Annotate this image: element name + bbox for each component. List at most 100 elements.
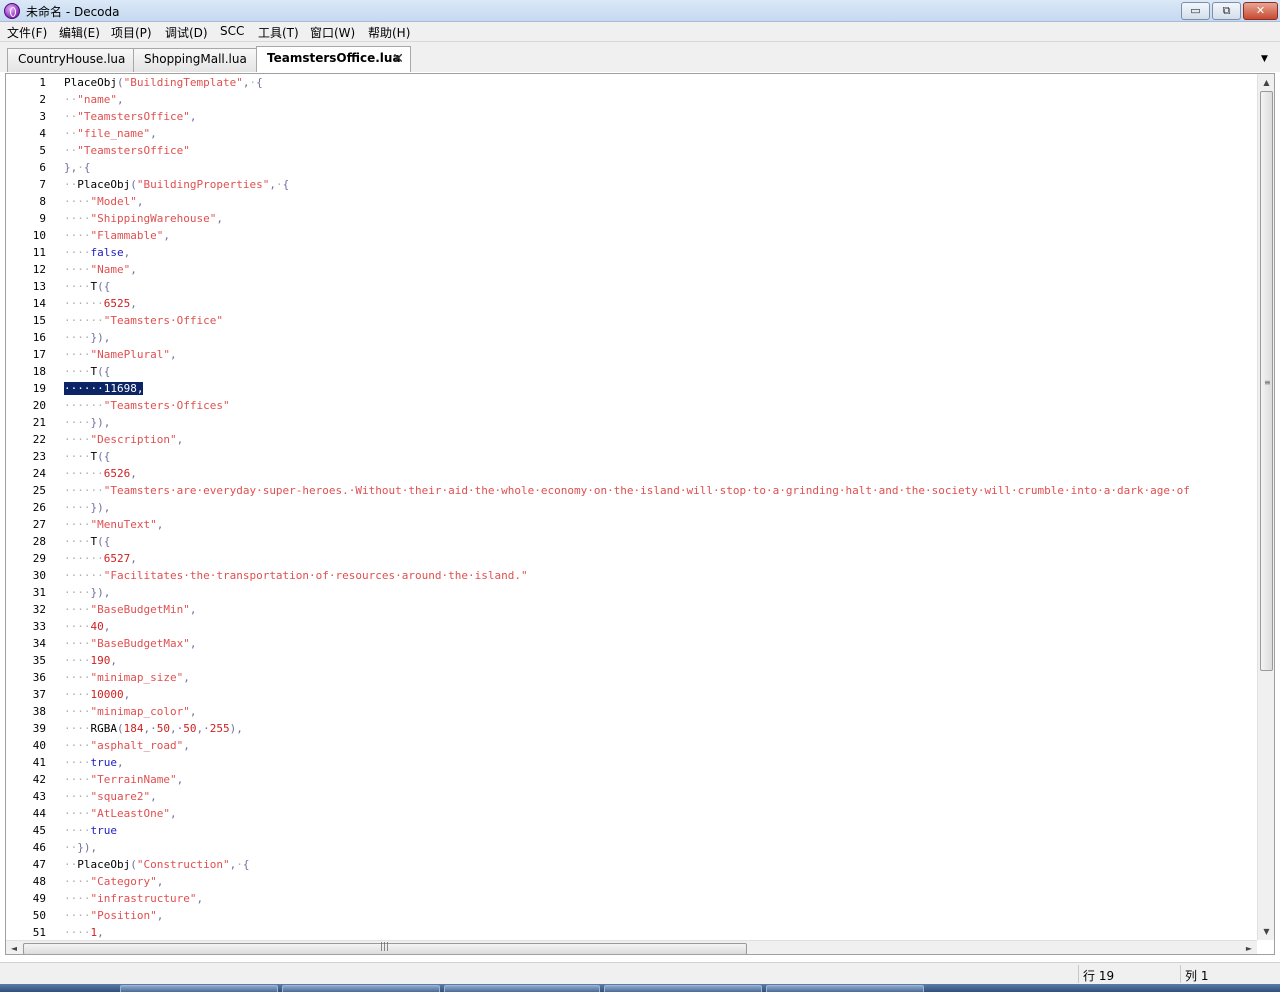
code-token: , [269, 178, 276, 191]
code-line[interactable]: ··"TeamstersOffice", [64, 108, 196, 125]
code-line[interactable]: ··"file_name", [64, 125, 157, 142]
code-line[interactable]: ······6526, [64, 465, 137, 482]
code-line[interactable]: ····"Model", [64, 193, 143, 210]
code-token: 6525 [103, 297, 131, 310]
code-line[interactable]: PlaceObj("BuildingTemplate",·{ [64, 74, 263, 91]
horizontal-scroll-thumb[interactable]: ||| [23, 942, 747, 954]
taskbar-button[interactable] [120, 985, 278, 992]
code-token: ···· [64, 620, 91, 633]
code-line[interactable]: ····"Flammable", [64, 227, 170, 244]
code-line[interactable]: ····"Name", [64, 261, 137, 278]
code-text-area[interactable]: PlaceObj("BuildingTemplate",·{··"name", ·… [64, 74, 1257, 940]
code-token: , [163, 229, 170, 242]
tab-countryhouse[interactable]: CountryHouse.lua [7, 48, 134, 72]
code-line[interactable]: ····"BaseBudgetMin", [64, 601, 196, 618]
code-line[interactable]: },·{ [64, 159, 91, 176]
line-number: 34 [32, 637, 46, 650]
scroll-up-icon[interactable]: ▲ [1258, 74, 1274, 91]
line-number: 4 [39, 127, 46, 140]
code-line[interactable]: ······"Teamsters·Office" [64, 312, 223, 329]
code-line[interactable]: ····}), [64, 414, 110, 431]
line-number: 44 [32, 807, 46, 820]
code-line[interactable]: ··PlaceObj("BuildingProperties",·{ [64, 176, 289, 193]
code-token: ,· [196, 722, 210, 735]
horizontal-scrollbar[interactable]: ◄ ||| ► [6, 940, 1257, 954]
decoda-app-icon[interactable] [4, 3, 20, 19]
menu-tools[interactable]: 工具(T) [258, 24, 299, 41]
tab-shoppingmall[interactable]: ShoppingMall.lua [133, 48, 257, 72]
tab-label: CountryHouse.lua [18, 52, 126, 66]
taskbar-button[interactable] [282, 985, 440, 992]
tab-close-icon[interactable]: ✕ [392, 51, 404, 67]
code-line[interactable]: ····}), [64, 584, 110, 601]
code-token: }), [77, 841, 98, 854]
code-line[interactable]: ····40, [64, 618, 110, 635]
menu-file[interactable]: 文件(F) [7, 24, 47, 41]
code-line[interactable]: ····}), [64, 329, 110, 346]
menu-window[interactable]: 窗口(W) [310, 24, 355, 41]
menu-debug[interactable]: 调试(D) [165, 24, 208, 41]
code-line[interactable]: ····"square2", [64, 788, 157, 805]
taskbar-button[interactable] [444, 985, 600, 992]
scroll-right-icon[interactable]: ► [1241, 941, 1257, 954]
code-line[interactable]: ····RGBA(184,·50,·50,·255), [64, 720, 243, 737]
code-line[interactable]: ······"Teamsters·are·everyday·super-hero… [64, 482, 1190, 499]
code-line[interactable]: ····T({ [64, 363, 110, 380]
code-line[interactable]: ····"TerrainName", [64, 771, 183, 788]
code-line[interactable]: ··}), [64, 839, 97, 856]
code-line[interactable]: ··"name", [64, 91, 124, 108]
selected-code-token: ······11698, [64, 382, 144, 395]
scroll-down-icon[interactable]: ▼ [1258, 923, 1274, 940]
code-line[interactable]: ····T({ [64, 533, 110, 550]
code-line[interactable]: ····10000, [64, 686, 130, 703]
code-line[interactable]: ····"Category", [64, 873, 163, 890]
code-line[interactable]: ····"minimap_size", [64, 669, 190, 686]
menu-edit[interactable]: 编辑(E) [59, 24, 100, 41]
code-editor[interactable]: 1 2 3 4 5 6 7 8 9 10 11 12 13 14 15 16 17 18 19 20 21 22 23 24 2… [5, 73, 1275, 955]
code-line[interactable]: ····"asphalt_road", [64, 737, 190, 754]
scroll-left-icon[interactable]: ◄ [6, 941, 22, 954]
line-number: 29 [32, 552, 46, 565]
line-number: 13 [32, 280, 46, 293]
tab-teamstersoffice[interactable]: TeamstersOffice.lua ✕ [256, 46, 411, 72]
taskbar-button[interactable] [604, 985, 762, 992]
code-line[interactable]: ····"infrastructure", [64, 890, 203, 907]
vertical-scrollbar[interactable]: ▲ ≡ ▼ [1257, 74, 1274, 940]
code-line[interactable]: ····"ShippingWarehouse", [64, 210, 223, 227]
code-line[interactable]: ····true, [64, 754, 124, 771]
code-line[interactable]: ····"AtLeastOne", [64, 805, 177, 822]
line-number: 51 [32, 926, 46, 939]
code-line[interactable]: ····"MenuText", [64, 516, 163, 533]
code-line[interactable]: ····"NamePlural", [64, 346, 177, 363]
code-line[interactable]: ····"Description", [64, 431, 183, 448]
vertical-scroll-thumb[interactable]: ≡ [1260, 91, 1273, 671]
code-line[interactable]: ····"Position", [64, 907, 163, 924]
code-line[interactable]: ······"Teamsters·Offices" [64, 397, 230, 414]
code-line[interactable]: ······"Facilitates·the·transportation·of… [64, 567, 528, 584]
taskbar-button[interactable] [766, 985, 924, 992]
menu-help[interactable]: 帮助(H) [368, 24, 410, 41]
code-line[interactable]: ······6527, [64, 550, 137, 567]
code-line[interactable]: ······6525, [64, 295, 137, 312]
tab-dropdown-icon[interactable]: ▼ [1261, 54, 1268, 64]
menu-scc[interactable]: SCC [220, 24, 244, 38]
close-window-button[interactable]: ✕ [1243, 2, 1278, 20]
code-line[interactable]: ····true [64, 822, 117, 839]
code-line[interactable]: ··PlaceObj("Construction",·{ [64, 856, 249, 873]
maximize-button[interactable]: ⧉ [1212, 2, 1241, 20]
code-line[interactable]: ····T({ [64, 448, 110, 465]
menu-project[interactable]: 项目(P) [111, 24, 152, 41]
line-number: 45 [32, 824, 46, 837]
code-line[interactable]: ····}), [64, 499, 110, 516]
code-line[interactable]: ····false, [64, 244, 130, 261]
code-line[interactable]: ····"BaseBudgetMax", [64, 635, 196, 652]
line-number: 20 [32, 399, 46, 412]
minimize-button[interactable]: ▭ [1181, 2, 1210, 20]
code-line[interactable]: ··"TeamstersOffice" [64, 142, 190, 159]
code-line[interactable]: ····1, [64, 924, 104, 940]
code-line[interactable]: ····T({ [64, 278, 110, 295]
code-token: "file_name" [77, 127, 151, 140]
code-line[interactable]: ····190, [64, 652, 117, 669]
code-line[interactable]: ····"minimap_color", [64, 703, 196, 720]
code-line[interactable]: ······11698, [64, 380, 144, 397]
